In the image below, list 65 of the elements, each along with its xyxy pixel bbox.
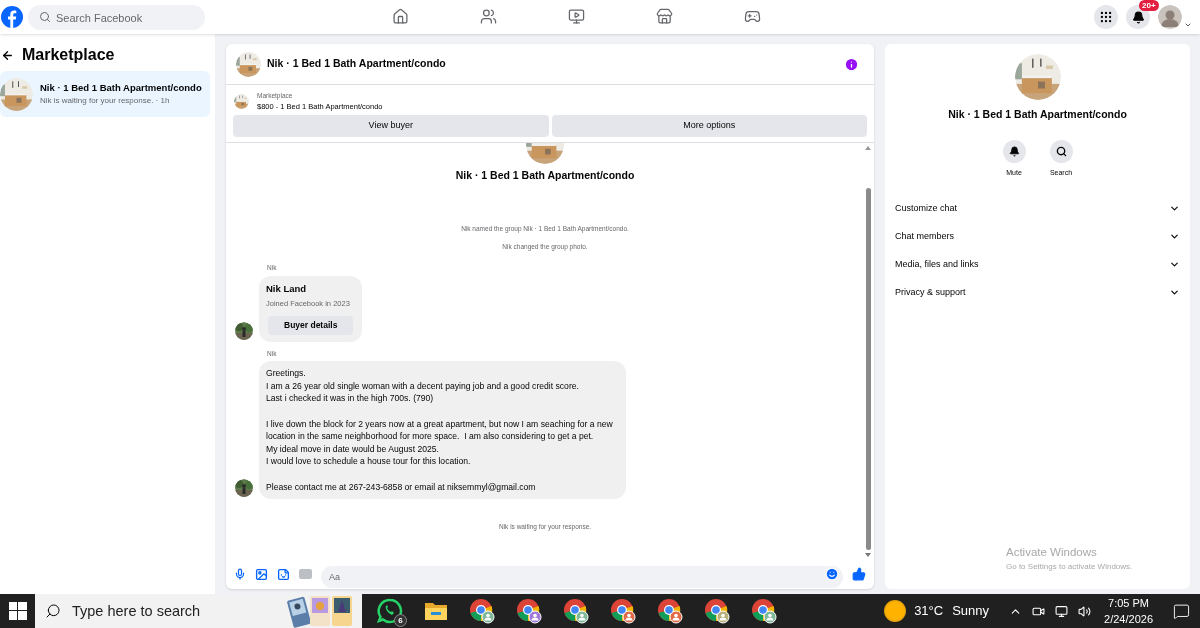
- chrome-icon[interactable]: [751, 598, 777, 624]
- notification-badge: 20+: [1139, 0, 1159, 11]
- chrome-icon[interactable]: [657, 598, 683, 624]
- info-icon[interactable]: [844, 56, 859, 72]
- sun-icon[interactable]: [884, 600, 907, 622]
- home-icon: [391, 7, 409, 25]
- facebook-logo[interactable]: [1, 6, 23, 28]
- chat-title: Nik · 1 Bed 1 Bath Apartment/condo: [267, 56, 446, 72]
- buyer-details-button[interactable]: Buyer details: [268, 315, 354, 335]
- avatar[interactable]: [1158, 5, 1182, 29]
- search-field[interactable]: Search Facebook: [28, 5, 205, 30]
- grid-icon: [1099, 10, 1113, 24]
- scroll-down-icon[interactable]: [865, 553, 871, 557]
- conversation-title: Nik · 1 Bed 1 Bath Apartment/condo: [40, 81, 202, 95]
- weather-temp[interactable]: 31°C: [914, 601, 944, 621]
- conversation-subtitle: Nik is waiting for your response. · 1h: [40, 95, 171, 107]
- search-icon: [1055, 145, 1067, 157]
- group-title: Nik · 1 Bed 1 Bath Apartment/condo: [455, 168, 635, 183]
- bell-icon: [1131, 10, 1145, 24]
- action-button[interactable]: View buyer: [233, 115, 549, 137]
- video-icon: [567, 7, 585, 25]
- chrome-icon[interactable]: [704, 598, 730, 624]
- chevron-icon[interactable]: [1184, 21, 1192, 29]
- accordion-item[interactable]: Privacy & support: [895, 278, 1180, 307]
- image-icon[interactable]: [255, 567, 268, 581]
- windows-icon[interactable]: [9, 602, 27, 620]
- notification-icon[interactable]: [1173, 602, 1190, 620]
- clock-time[interactable]: 7:05 PM: [1108, 595, 1149, 611]
- activation-subtitle: Go to Settings to activate Windows.: [1006, 561, 1133, 573]
- marketplace-icon: [655, 7, 673, 25]
- sidebar-title: Marketplace: [22, 45, 115, 65]
- weather-condition[interactable]: Sunny: [952, 601, 990, 621]
- app-badge: 6: [394, 614, 407, 627]
- accordion-item[interactable]: Chat members: [895, 222, 1180, 251]
- search-icon: [39, 10, 51, 23]
- network-icon[interactable]: [1055, 604, 1069, 618]
- activation-title: Activate Windows: [1006, 544, 1098, 560]
- folder-icon[interactable]: [424, 600, 448, 622]
- friends-icon: [479, 7, 497, 25]
- whatsapp-icon[interactable]: [377, 598, 403, 624]
- emoji-icon[interactable]: [825, 567, 839, 581]
- menu-button[interactable]: [1094, 5, 1118, 29]
- buyer-name: Nik Land: [266, 282, 308, 296]
- bell-icon: [1008, 145, 1020, 157]
- back-icon[interactable]: [1, 48, 14, 62]
- like-icon[interactable]: [852, 567, 866, 581]
- search-button[interactable]: [1049, 139, 1073, 163]
- action-button[interactable]: More options: [551, 115, 867, 137]
- chrome-icon[interactable]: [516, 598, 542, 624]
- accordion-item[interactable]: Customize chat: [895, 194, 1180, 223]
- info-title: Nik · 1 Bed 1 Bath Apartment/condo: [948, 107, 1127, 122]
- message-field[interactable]: Aa: [321, 566, 843, 588]
- scroll-up-icon[interactable]: [865, 146, 871, 150]
- sticker-icon[interactable]: [277, 567, 290, 581]
- accordion-item[interactable]: Media, files and links: [895, 250, 1180, 279]
- chrome-icon[interactable]: [563, 598, 589, 624]
- message-bubble: Greetings. I am a 26 year old single woman with a decent paying job and a good credit score. Last i checked it was in the high 700s. (790) I live down the block for 2 years now at a great apartment, but now I am seaching for a new location in the same neighborhood for more space. I am also considering to get a pet. My ideal move in date would be August 2025. I would love to schedule a house tour for this location. Please contact me at 267-243-6858 or email at niksemmyl@gmail.com: [259, 361, 626, 500]
- conversation-item[interactable]: Nik · 1 Bed 1 Bath Apartment/condo Nik is waiting for your response. · 1h: [0, 71, 210, 117]
- search-icon: [45, 603, 61, 619]
- chrome-icon[interactable]: [469, 598, 495, 624]
- chrome-icon[interactable]: [610, 598, 636, 624]
- mute-button[interactable]: [1002, 139, 1026, 163]
- microphone-icon[interactable]: [234, 568, 246, 580]
- clock-date[interactable]: 2/24/2026: [1104, 611, 1153, 627]
- volume-icon[interactable]: [1078, 604, 1092, 618]
